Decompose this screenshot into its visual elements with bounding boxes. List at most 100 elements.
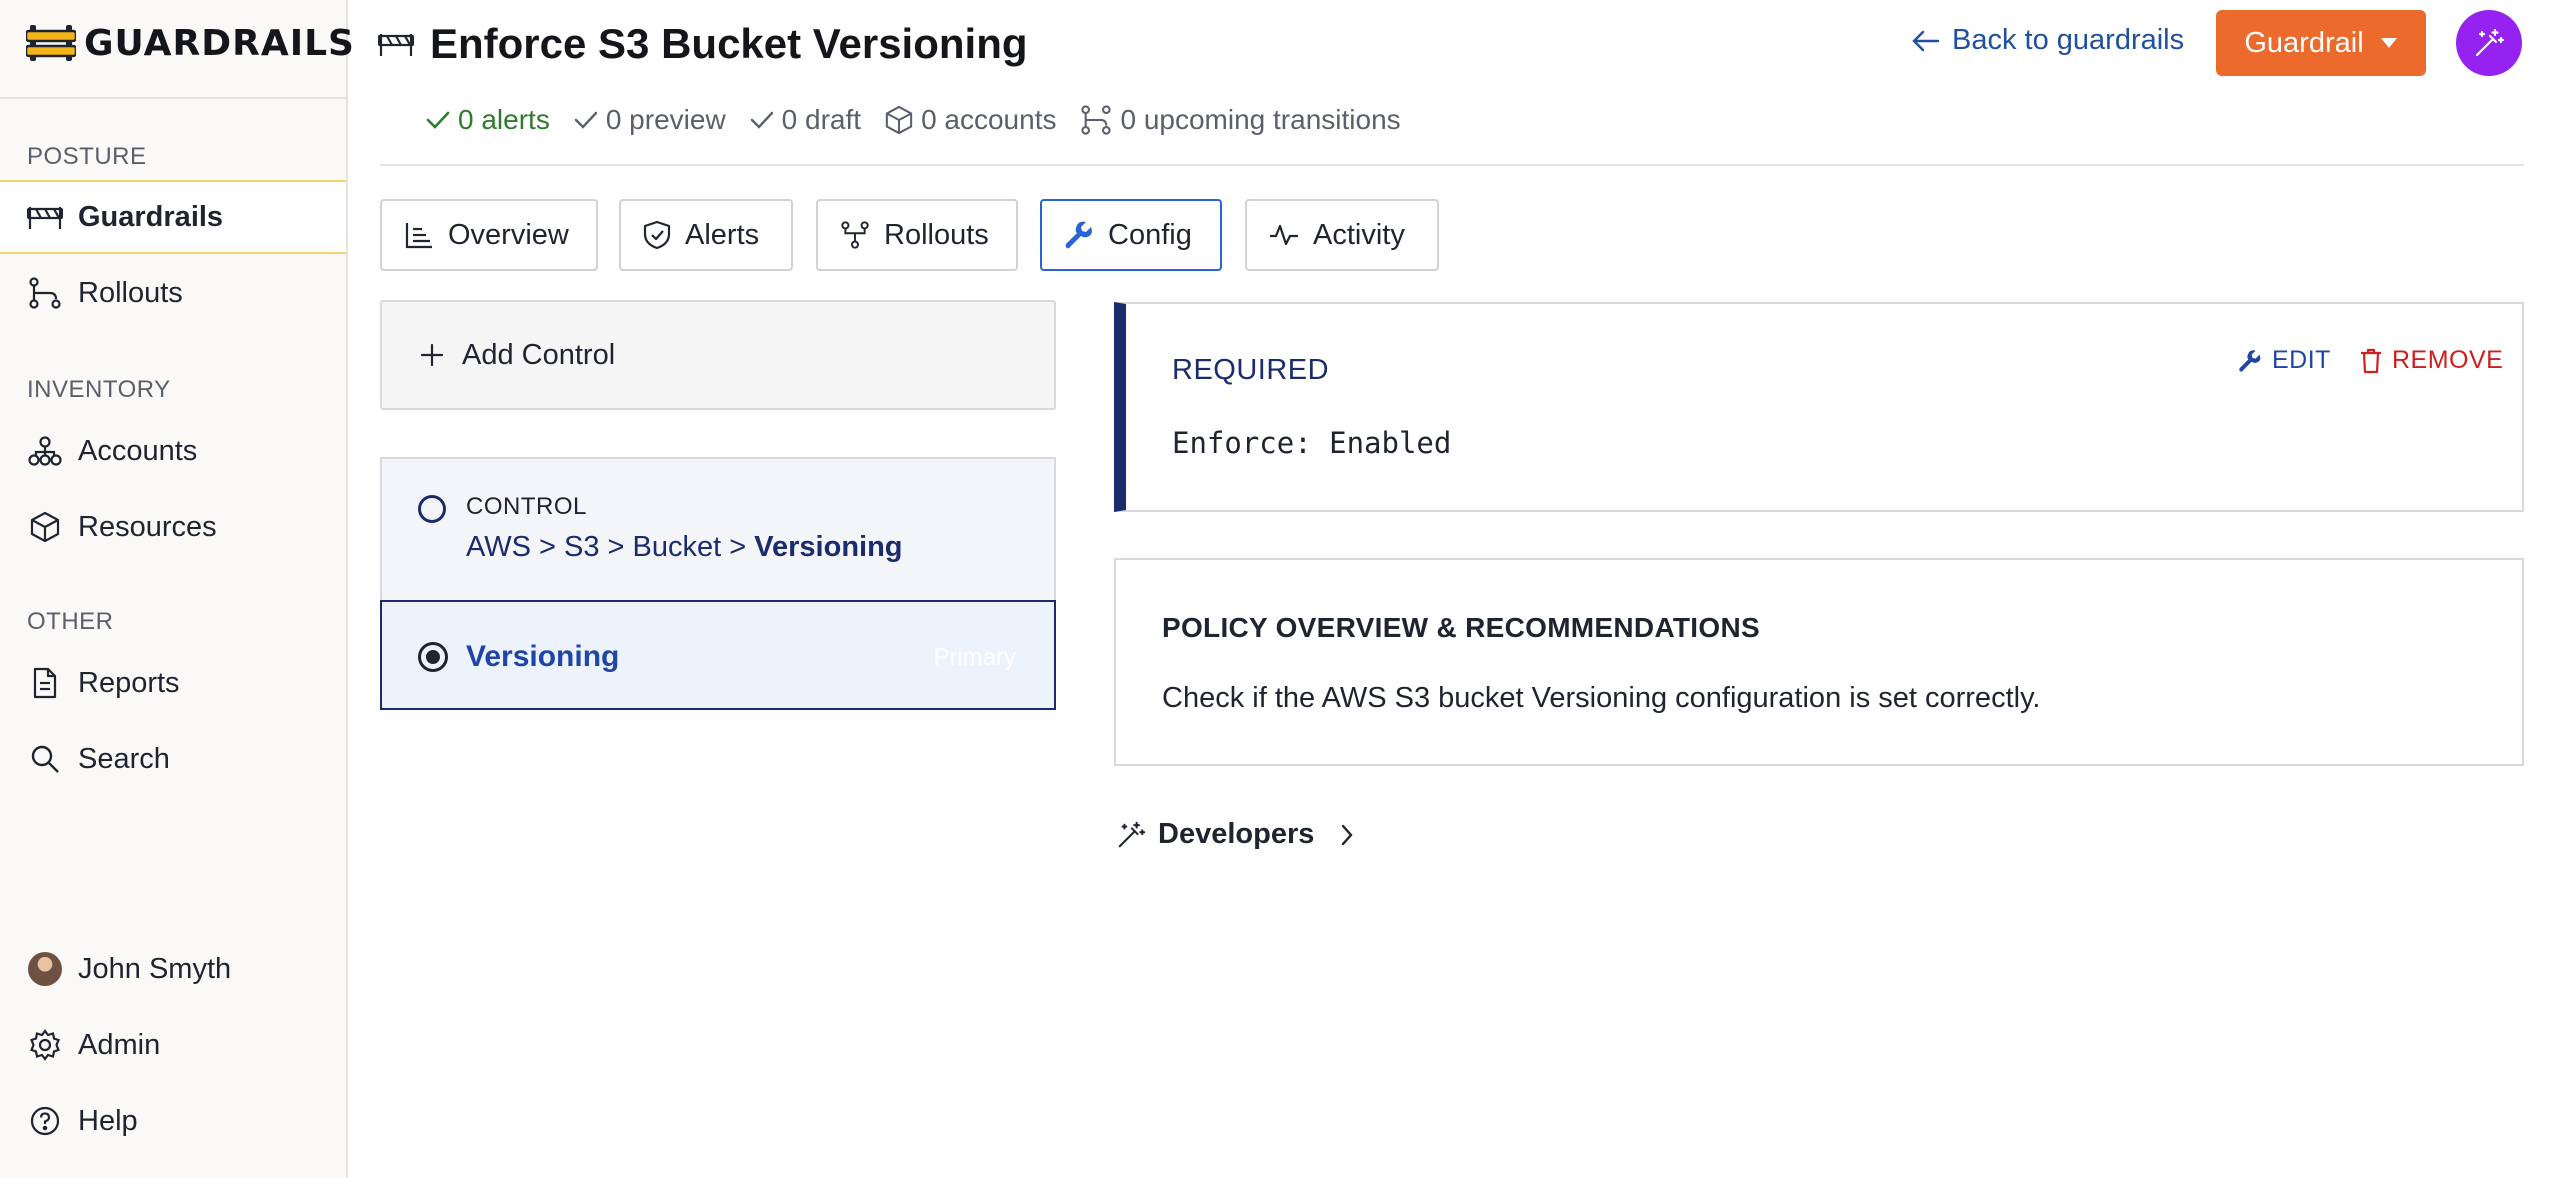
sidebar-item-reports[interactable]: Reports (0, 646, 346, 720)
chart-icon (405, 223, 432, 249)
edit-button[interactable]: EDIT (2238, 346, 2331, 375)
chevron-right-icon (1342, 824, 1353, 845)
sidebar-item-label: Admin (78, 1028, 161, 1061)
stat-transitions-label: 0 upcoming transitions (1120, 104, 1401, 135)
control-kicker: CONTROL (466, 493, 587, 520)
tab-overview[interactable]: Overview (380, 199, 598, 271)
control-item-versioning[interactable]: Versioning Primary (380, 600, 1056, 710)
tab-rollouts[interactable]: Rollouts (816, 199, 1018, 271)
sidebar-item-admin[interactable]: Admin (0, 1008, 346, 1082)
check-icon (426, 111, 450, 129)
wrench-icon (2239, 349, 2261, 372)
brand-name: GUARDRAILS (84, 22, 355, 64)
sidebar-item-label: Rollouts (78, 276, 183, 309)
sidebar-item-search[interactable]: Search (0, 722, 346, 796)
tab-label: Overview (448, 218, 569, 251)
sidebar-item-label: Guardrails (78, 200, 224, 233)
accounts-icon (27, 433, 63, 469)
stat-alerts[interactable]: 0 alerts (426, 104, 550, 136)
guardrail-menu-button[interactable]: Guardrail (2216, 10, 2426, 76)
control-radio[interactable] (418, 495, 446, 523)
arrow-left-icon (1912, 30, 1940, 51)
stat-preview-label: 0 preview (605, 104, 726, 135)
trash-icon (2361, 348, 2381, 373)
rollouts-icon (841, 221, 869, 249)
sidebar-item-label: Resources (78, 510, 217, 543)
remove-button[interactable]: REMOVE (2360, 346, 2503, 375)
guardrail-button-label: Guardrail (2244, 26, 2364, 59)
rollouts-icon (27, 275, 63, 311)
file-icon (27, 665, 63, 701)
wrench-icon (1065, 221, 1092, 249)
sidebar-item-label: Accounts (78, 434, 198, 467)
tab-label: Rollouts (884, 218, 989, 251)
back-link-label: Back to guardrails (1952, 24, 2185, 56)
help-icon (27, 1103, 63, 1139)
add-control-button[interactable]: Add Control (380, 300, 1056, 410)
policy-overview-card: POLICY OVERVIEW & RECOMMENDATIONS Check … (1114, 558, 2524, 766)
tab-label: Alerts (685, 218, 760, 251)
primary-badge: Primary (933, 644, 1016, 671)
tab-config[interactable]: Config (1040, 199, 1222, 271)
section-label-posture: POSTURE (27, 143, 147, 170)
magic-wand-icon (1118, 821, 1146, 847)
page-header: Enforce S3 Bucket Versioning (378, 18, 1028, 70)
policy-heading: POLICY OVERVIEW & RECOMMENDATIONS (1162, 612, 1760, 643)
tab-label: Config (1108, 218, 1192, 251)
tab-activity[interactable]: Activity (1245, 199, 1439, 271)
stat-draft[interactable]: 0 draft (750, 104, 861, 136)
cube-icon (885, 105, 913, 135)
setting-card: REQUIRED EDIT REMOVE Enforce: Enabled (1114, 302, 2524, 512)
sidebar-item-user[interactable]: John Smyth (0, 932, 346, 1006)
sidebar-item-label: Reports (78, 666, 180, 699)
developers-label: Developers (1158, 818, 1315, 850)
plus-icon (420, 343, 444, 367)
back-to-guardrails-link[interactable]: Back to guardrails (1912, 24, 2184, 57)
stat-transitions[interactable]: 0 upcoming transitions (1080, 104, 1401, 136)
tab-alerts[interactable]: Alerts (619, 199, 793, 271)
guardrails-icon (378, 34, 414, 56)
guardrails-logo-icon (26, 25, 76, 61)
divider (0, 97, 346, 99)
developers-toggle[interactable]: Developers (1116, 818, 1354, 851)
activity-icon (1270, 224, 1298, 246)
control-path-last: Versioning (754, 531, 903, 563)
sidebar-item-label: Search (78, 742, 170, 775)
add-control-label: Add Control (462, 338, 616, 371)
tab-label: Activity (1313, 218, 1405, 251)
policy-text: Check if the AWS S3 bucket Versioning co… (1162, 682, 2041, 714)
avatar (27, 951, 63, 987)
control-path: AWS > S3 > Bucket > Versioning (466, 531, 903, 564)
stat-accounts-label: 0 accounts (921, 104, 1057, 135)
rollouts-icon (1081, 105, 1112, 135)
shield-check-icon (643, 220, 671, 250)
cube-icon (27, 509, 63, 545)
user-name: John Smyth (78, 952, 232, 985)
sidebar-item-accounts[interactable]: Accounts (0, 414, 346, 488)
sidebar: GUARDRAILS POSTURE Guardrails Rollouts I… (0, 0, 354, 1178)
setting-status: REQUIRED (1172, 354, 1330, 386)
caret-down-icon (2380, 38, 2397, 48)
control-item-label: Versioning (466, 640, 620, 673)
section-label-other: OTHER (27, 608, 114, 635)
sidebar-item-guardrails[interactable]: Guardrails (0, 180, 346, 254)
selected-radio[interactable] (418, 642, 448, 672)
control-card[interactable]: CONTROL AWS > S3 > Bucket > Versioning (380, 457, 1056, 601)
ai-assist-button[interactable] (2456, 10, 2522, 76)
sidebar-item-help[interactable]: Help (0, 1084, 346, 1158)
control-path-prefix: AWS > S3 > Bucket > (466, 531, 755, 563)
page-title: Enforce S3 Bucket Versioning (430, 20, 1028, 67)
sidebar-item-rollouts[interactable]: Rollouts (0, 256, 346, 330)
brand[interactable]: GUARDRAILS (26, 22, 355, 64)
section-label-inventory: INVENTORY (27, 376, 171, 403)
stat-draft-label: 0 draft (781, 104, 862, 135)
edit-label: EDIT (2272, 346, 2331, 374)
sidebar-item-resources[interactable]: Resources (0, 490, 346, 564)
remove-label: REMOVE (2392, 346, 2504, 374)
stat-accounts[interactable]: 0 accounts (885, 104, 1056, 136)
divider (380, 164, 2524, 166)
magic-wand-icon (2475, 28, 2505, 57)
check-icon (574, 111, 598, 129)
gear-icon (27, 1027, 63, 1063)
stat-preview[interactable]: 0 preview (574, 104, 726, 136)
